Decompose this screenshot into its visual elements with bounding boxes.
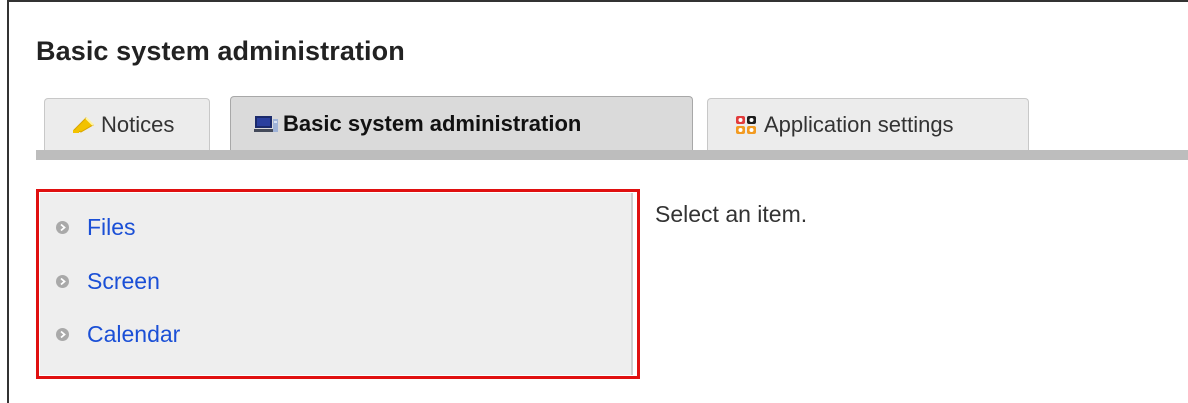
tab-label: Notices — [101, 111, 175, 137]
window-frame-left — [7, 0, 9, 403]
menu-item-label: Screen — [87, 268, 160, 294]
menu-item-label: Calendar — [87, 321, 181, 347]
menu-item-screen[interactable]: Screen — [55, 268, 160, 295]
menu-item-files[interactable]: Files — [55, 214, 136, 241]
tab-notices[interactable]: Notices — [44, 98, 210, 150]
apps-grid-icon — [734, 114, 760, 136]
screen: Basic system administration Notices Basi… — [0, 0, 1188, 403]
tab-strip-underline — [36, 150, 1188, 160]
menu-item-calendar[interactable]: Calendar — [55, 321, 180, 348]
computer-icon — [253, 113, 279, 135]
menu-item-label: Files — [87, 214, 136, 240]
notices-icon — [71, 114, 97, 136]
tab-application-settings[interactable]: Application settings — [707, 98, 1029, 150]
menu-panel: Files Screen Calendar — [40, 193, 633, 375]
select-item-prompt: Select an item. — [655, 201, 808, 227]
page-title: Basic system administration — [36, 36, 405, 66]
tab-label: Basic system administration — [283, 110, 582, 136]
tab-basic-system-administration[interactable]: Basic system administration — [230, 96, 693, 150]
tab-label: Application settings — [764, 111, 954, 137]
bullet-icon — [55, 274, 70, 289]
window-frame-top — [7, 0, 1188, 2]
menu-highlight-box: Files Screen Calendar — [36, 189, 640, 379]
bullet-icon — [55, 220, 70, 235]
bullet-icon — [55, 327, 70, 342]
